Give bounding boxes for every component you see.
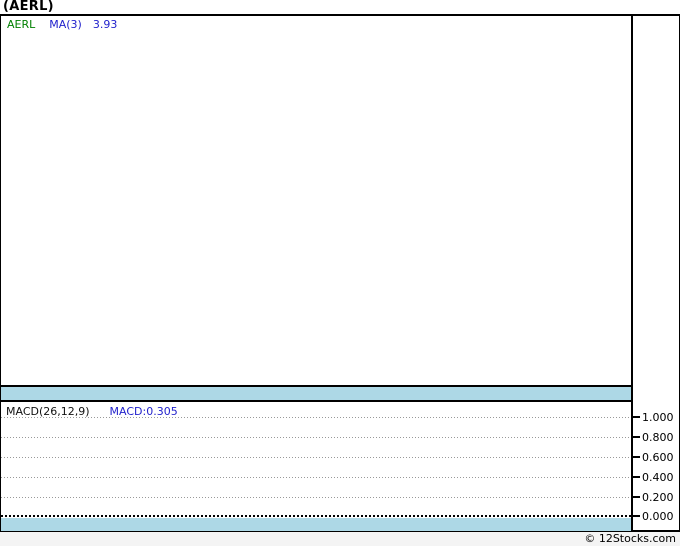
y-axis-tick-label: 0.400 <box>642 470 674 484</box>
tick-mark-icon <box>633 456 640 458</box>
y-axis-tick-label: 1.000 <box>642 410 674 424</box>
y-axis-tick: 0.600 <box>633 450 674 464</box>
macd-gridline-0.200 <box>1 497 631 498</box>
y-axis-tick-label: 0.600 <box>642 450 674 464</box>
tick-mark-icon <box>633 515 640 517</box>
legend-symbol: AERL <box>7 18 36 31</box>
footer: © 12Stocks.com <box>0 532 680 546</box>
macd-y-axis: 1.000 0.800 0.600 0.400 0.200 0.000 <box>633 16 679 530</box>
y-axis-tick: 0.800 <box>633 430 674 444</box>
legend-ma-label: MA(3) <box>49 18 82 31</box>
tick-mark-icon <box>633 436 640 438</box>
tick-mark-icon <box>633 476 640 478</box>
separator-band-bottom <box>1 518 631 531</box>
y-axis-tick: 1.000 <box>633 410 674 424</box>
macd-zero-line <box>1 515 631 517</box>
y-axis-tick: 0.400 <box>633 470 674 484</box>
tick-mark-icon <box>633 416 640 418</box>
y-axis-tick: 0.200 <box>633 490 674 504</box>
legend-ma-value: 3.93 <box>92 18 118 31</box>
plot-area: AERL MA(3) 3.93 MACD(26,12,9) MACD:0.305 <box>1 16 633 531</box>
chart-container: AERL MA(3) 3.93 MACD(26,12,9) MACD:0.305 1.… <box>0 14 680 532</box>
y-axis-tick-label: 0.800 <box>642 430 674 444</box>
y-axis-tick-label: 0.000 <box>642 509 674 523</box>
tick-mark-icon <box>633 496 640 498</box>
price-legend: AERL MA(3) 3.93 <box>7 18 117 31</box>
y-axis-tick-label: 0.200 <box>642 490 674 504</box>
macd-gridline-1.000 <box>1 417 631 418</box>
macd-panel-divider <box>1 400 679 402</box>
y-axis-tick: 0.000 <box>633 509 674 523</box>
page-title: (AERL) <box>3 0 54 14</box>
macd-gridline-0.600 <box>1 457 631 458</box>
footer-credit: © 12Stocks.com <box>584 532 676 545</box>
macd-gridline-0.800 <box>1 437 631 438</box>
separator-band-top <box>1 385 631 400</box>
macd-gridline-0.400 <box>1 477 631 478</box>
